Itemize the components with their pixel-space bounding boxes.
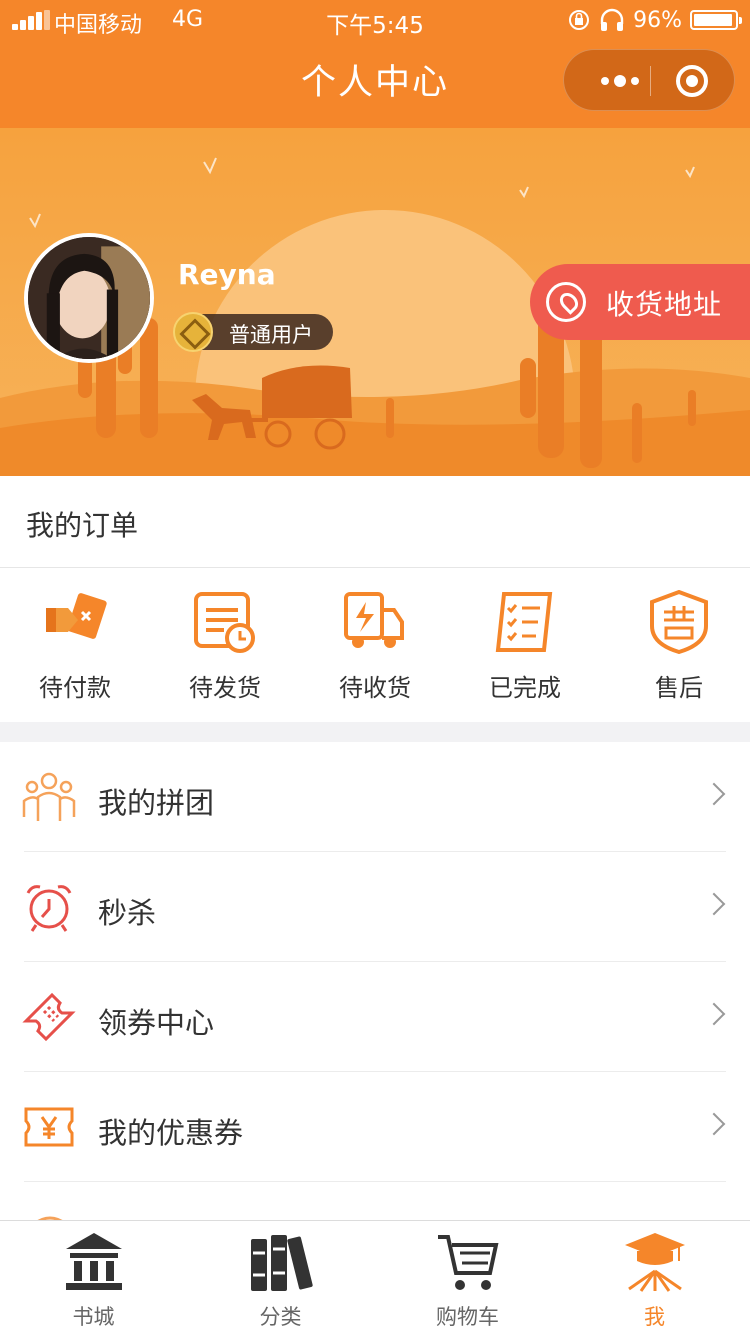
wallet-icon — [46, 593, 107, 639]
more-dots-icon[interactable] — [588, 50, 652, 112]
ticket-icon — [22, 992, 76, 1042]
order-status-label: 待收货 — [339, 674, 411, 702]
order-status-pending-payment[interactable]: 待付款 — [0, 568, 150, 722]
tab-label: 分类 — [259, 1305, 302, 1329]
battery-icon — [690, 10, 742, 30]
order-status-after-sales[interactable]: 售后 — [604, 568, 750, 722]
battery-percent: 96% — [633, 7, 682, 33]
order-status-label: 售后 — [655, 674, 703, 702]
member-level-badge: 普通用户 — [173, 312, 333, 352]
alarm-clock-icon — [26, 885, 72, 932]
chevron-right-icon — [702, 1002, 726, 1026]
top-bar: 中国移动 4G 下午5:45 96% 个人中心 — [0, 0, 750, 128]
after-sales-shield-icon — [650, 590, 708, 654]
menu-item-label: 秒杀 — [98, 896, 157, 930]
tab-label: 我 — [644, 1305, 665, 1329]
shipping-address-label: 收货地址 — [606, 288, 723, 321]
my-orders-header: 我的订单 — [0, 476, 750, 568]
headphones-icon — [600, 8, 624, 31]
capsule-divider — [650, 66, 651, 96]
menu-item-coupon-center[interactable]: 领券中心 — [0, 962, 750, 1072]
order-status-label: 待付款 — [39, 674, 111, 702]
menu-item-label: 我的拼团 — [98, 786, 215, 820]
username: Reyna — [178, 258, 276, 291]
menu-item-group-buy[interactable]: 我的拼团 — [0, 742, 750, 852]
chevron-right-icon — [702, 782, 726, 806]
graduation-cap-icon — [625, 1233, 685, 1292]
rotation-lock-icon — [569, 10, 590, 30]
status-right: 96% — [567, 6, 742, 34]
shipping-address-button[interactable]: 收货地址 — [530, 264, 750, 340]
tab-me[interactable]: 我 — [561, 1221, 748, 1334]
menu-item-my-coupons[interactable]: 我的优惠券 — [0, 1072, 750, 1182]
order-status-completed[interactable]: 已完成 — [450, 568, 600, 722]
record-circle-icon[interactable] — [676, 65, 708, 97]
document-clock-icon — [194, 592, 255, 653]
vip-diamond-icon — [173, 312, 213, 352]
status-bar: 中国移动 4G 下午5:45 96% — [0, 0, 750, 40]
delivery-truck-icon — [344, 592, 404, 648]
tab-category[interactable]: 分类 — [187, 1221, 374, 1334]
member-level-label: 普通用户 — [229, 323, 313, 347]
tab-label: 购物车 — [436, 1305, 499, 1329]
menu-item-flash-sale[interactable]: 秒杀 — [0, 852, 750, 962]
cart-icon — [438, 1235, 499, 1290]
my-orders-section: 我的订单 待付款 待发货 待收货 已完成 售后 — [0, 476, 750, 722]
menu-list: 我的拼团 秒杀 领券中心 我的优惠券 — [0, 742, 750, 1224]
chevron-right-icon — [702, 892, 726, 916]
my-orders-title: 我的订单 — [26, 509, 139, 542]
avatar-photo — [28, 237, 150, 359]
tab-bookstore[interactable]: 书城 — [0, 1221, 187, 1334]
group-people-icon — [22, 772, 76, 821]
order-status-grid: 待付款 待发货 待收货 已完成 售后 — [0, 568, 750, 722]
menu-item-partial — [0, 1182, 750, 1224]
profile-banner: Reyna 普通用户 收货地址 — [0, 128, 750, 476]
order-status-label: 已完成 — [489, 674, 561, 702]
menu-item-label: 领券中心 — [98, 1006, 215, 1040]
avatar[interactable] — [24, 233, 154, 363]
order-status-pending-shipment[interactable]: 待发货 — [150, 568, 300, 722]
chevron-right-icon — [702, 1112, 726, 1136]
mini-program-capsule — [563, 49, 735, 111]
tab-cart[interactable]: 购物车 — [374, 1221, 561, 1334]
location-pin-icon — [546, 282, 586, 322]
page: 中国移动 4G 下午5:45 96% 个人中心 Reyna 普通用户 收货地址 … — [0, 0, 750, 1334]
bank-icon — [66, 1233, 122, 1290]
bottom-tab-bar: 书城 分类 购物车 我 — [0, 1220, 750, 1334]
yen-coupon-icon — [24, 1107, 74, 1147]
tab-label: 书城 — [72, 1305, 115, 1329]
books-icon — [251, 1235, 313, 1291]
order-status-label: 待发货 — [189, 674, 261, 702]
menu-item-label: 我的优惠券 — [98, 1116, 244, 1150]
checklist-icon — [495, 592, 553, 652]
order-status-pending-receipt[interactable]: 待收货 — [300, 568, 450, 722]
